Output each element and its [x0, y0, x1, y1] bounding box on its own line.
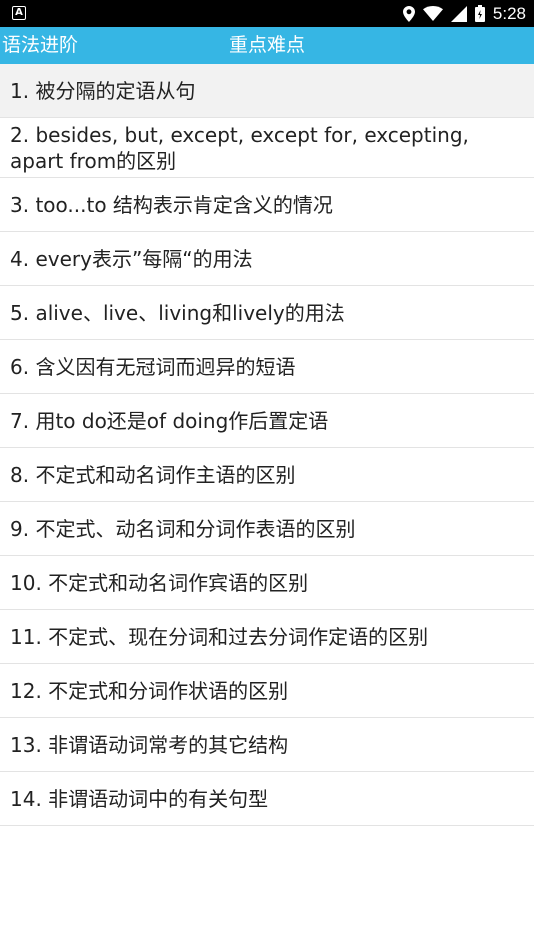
status-icons: 5:28: [402, 0, 526, 27]
app-bar: 语法进阶 重点难点: [0, 27, 534, 64]
location-icon: [402, 5, 415, 22]
topic-label: 12. 不定式和分词作状语的区别: [10, 678, 289, 703]
notification-icon: A: [12, 6, 26, 20]
topic-item-2[interactable]: 2. besides, but, except, except for, exc…: [0, 118, 534, 178]
topic-item-7[interactable]: 7. 用to do还是of doing作后置定语: [0, 394, 534, 448]
topic-item-1[interactable]: 1. 被分隔的定语从句: [0, 64, 534, 118]
status-time: 5:28: [492, 3, 526, 23]
topic-item-3[interactable]: 3. too...to 结构表示肯定含义的情况: [0, 178, 534, 232]
topic-label: 14. 非谓语动词中的有关句型: [10, 786, 269, 811]
topic-item-12[interactable]: 12. 不定式和分词作状语的区别: [0, 664, 534, 718]
topic-item-6[interactable]: 6. 含义因有无冠词而迥异的短语: [0, 340, 534, 394]
topic-label: 13. 非谓语动词常考的其它结构: [10, 732, 289, 757]
topic-label: 5. alive、live、living和lively的用法: [10, 300, 345, 325]
status-bar: A 5:28: [0, 0, 534, 27]
battery-icon: [474, 5, 485, 22]
topic-item-11[interactable]: 11. 不定式、现在分词和过去分词作定语的区别: [0, 610, 534, 664]
topic-list: 1. 被分隔的定语从句 2. besides, but, except, exc…: [0, 64, 534, 826]
cell-signal-icon: [450, 5, 467, 22]
topic-label: 9. 不定式、动名词和分词作表语的区别: [10, 516, 356, 541]
topic-label: 7. 用to do还是of doing作后置定语: [10, 408, 329, 433]
topic-label: 2. besides, but, except, except for, exc…: [10, 122, 469, 173]
topic-item-13[interactable]: 13. 非谓语动词常考的其它结构: [0, 718, 534, 772]
topic-item-10[interactable]: 10. 不定式和动名词作宾语的区别: [0, 556, 534, 610]
topic-item-14[interactable]: 14. 非谓语动词中的有关句型: [0, 772, 534, 826]
topic-label: 3. too...to 结构表示肯定含义的情况: [10, 192, 333, 217]
topic-label: 8. 不定式和动名词作主语的区别: [10, 462, 296, 487]
topic-label: 10. 不定式和动名词作宾语的区别: [10, 570, 309, 595]
topic-item-9[interactable]: 9. 不定式、动名词和分词作表语的区别: [0, 502, 534, 556]
topic-label: 4. every表示”每隔“的用法: [10, 246, 253, 271]
topic-item-4[interactable]: 4. every表示”每隔“的用法: [0, 232, 534, 286]
topic-item-5[interactable]: 5. alive、live、living和lively的用法: [0, 286, 534, 340]
topic-label: 1. 被分隔的定语从句: [10, 78, 196, 103]
back-button[interactable]: 语法进阶: [2, 27, 78, 64]
topic-item-8[interactable]: 8. 不定式和动名词作主语的区别: [0, 448, 534, 502]
wifi-icon: [422, 6, 443, 21]
page-title: 重点难点: [228, 34, 305, 56]
topic-label: 11. 不定式、现在分词和过去分词作定语的区别: [10, 624, 429, 649]
topic-label: 6. 含义因有无冠词而迥异的短语: [10, 354, 296, 379]
